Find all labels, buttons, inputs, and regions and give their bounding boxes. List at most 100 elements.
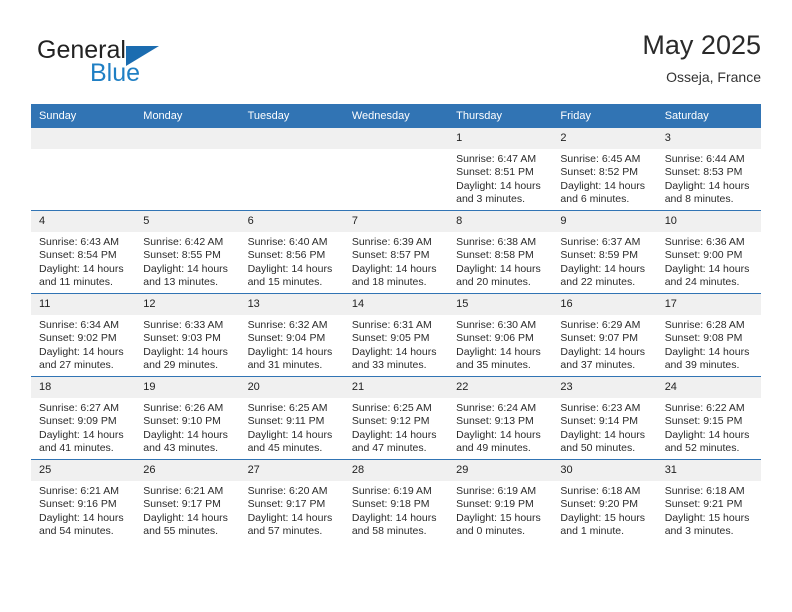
day-details: Sunrise: 6:40 AM Sunset: 8:56 PM Daylight:… bbox=[240, 232, 344, 290]
calendar-day-cell[interactable]: 16 Sunrise: 6:29 AM Sunset: 9:07 PM Dayligh… bbox=[552, 293, 657, 377]
calendar-day-cell[interactable]: 23 Sunrise: 6:23 AM Sunset: 9:14 PM Dayligh… bbox=[552, 376, 657, 460]
calendar-day-cell[interactable]: 9 Sunrise: 6:37 AM Sunset: 8:59 PM Daylight… bbox=[552, 210, 657, 294]
day-number: 14 bbox=[343, 294, 449, 315]
day-details: Sunrise: 6:33 AM Sunset: 9:03 PM Daylight:… bbox=[135, 315, 239, 373]
calendar-cell-empty bbox=[135, 128, 240, 211]
calendar-day-cell[interactable]: 31 Sunrise: 6:18 AM Sunset: 9:21 PM Dayligh… bbox=[656, 459, 761, 542]
day-details: Sunrise: 6:29 AM Sunset: 9:07 PM Daylight:… bbox=[552, 315, 656, 373]
day-details: Sunrise: 6:28 AM Sunset: 9:08 PM Daylight:… bbox=[657, 315, 761, 373]
calendar-day-cell[interactable]: 22 Sunrise: 6:24 AM Sunset: 9:13 PM Dayligh… bbox=[448, 376, 553, 460]
daylight-text: Daylight: 14 hours and 43 minutes. bbox=[143, 428, 228, 455]
day-number: 26 bbox=[135, 460, 240, 481]
day-details: Sunrise: 6:45 AM Sunset: 8:52 PM Daylight:… bbox=[552, 149, 656, 207]
day-number: 7 bbox=[343, 211, 449, 232]
day-number: 22 bbox=[448, 377, 553, 398]
calendar-day-cell[interactable]: 11 Sunrise: 6:34 AM Sunset: 9:02 PM Dayligh… bbox=[31, 293, 136, 377]
calendar-day-cell[interactable]: 27 Sunrise: 6:20 AM Sunset: 9:17 PM Dayligh… bbox=[239, 459, 344, 542]
daylight-text: Daylight: 14 hours and 41 minutes. bbox=[39, 428, 124, 455]
sunrise-text: Sunrise: 6:19 AM bbox=[351, 485, 432, 497]
sunrise-text: Sunrise: 6:24 AM bbox=[456, 402, 537, 414]
sunset-text: Sunset: 9:17 PM bbox=[143, 498, 221, 511]
sunset-text: Sunset: 9:12 PM bbox=[351, 415, 430, 428]
calendar-day-cell[interactable]: 17 Sunrise: 6:28 AM Sunset: 9:08 PM Dayligh… bbox=[656, 293, 761, 377]
calendar-body: 1 Sunrise: 6:47 AM Sunset: 8:51 PM Daylight… bbox=[31, 128, 761, 542]
calendar-day-cell[interactable]: 2 Sunrise: 6:45 AM Sunset: 8:52 PM Daylight… bbox=[552, 128, 657, 211]
day-details: Sunrise: 6:27 AM Sunset: 9:09 PM Daylight:… bbox=[31, 398, 135, 456]
sunset-text: Sunset: 9:21 PM bbox=[664, 498, 743, 511]
calendar-day-cell[interactable]: 30 Sunrise: 6:18 AM Sunset: 9:20 PM Dayligh… bbox=[552, 459, 657, 542]
calendar-day-cell[interactable]: 24 Sunrise: 6:22 AM Sunset: 9:15 PM Dayligh… bbox=[656, 376, 761, 460]
calendar-day-cell[interactable]: 8 Sunrise: 6:38 AM Sunset: 8:58 PM Daylight… bbox=[448, 210, 553, 294]
calendar-day-cell[interactable]: 20 Sunrise: 6:25 AM Sunset: 9:11 PM Dayligh… bbox=[239, 376, 344, 460]
calendar-week-row: 1 Sunrise: 6:47 AM Sunset: 8:51 PM Daylight… bbox=[31, 128, 761, 211]
day-number: 30 bbox=[552, 460, 657, 481]
day-number: 5 bbox=[135, 211, 240, 232]
day-number: 16 bbox=[552, 294, 657, 315]
daylight-text: Daylight: 14 hours and 3 minutes. bbox=[456, 179, 541, 206]
brand-logo[interactable]: General Blue bbox=[31, 36, 261, 96]
daylight-text: Daylight: 14 hours and 37 minutes. bbox=[560, 345, 646, 372]
daylight-text: Daylight: 14 hours and 13 minutes. bbox=[143, 262, 228, 289]
calendar-day-cell[interactable]: 29 Sunrise: 6:19 AM Sunset: 9:19 PM Dayligh… bbox=[448, 459, 553, 542]
calendar-day-cell[interactable]: 4 Sunrise: 6:43 AM Sunset: 8:54 PM Daylight… bbox=[31, 210, 136, 294]
daylight-text: Daylight: 14 hours and 49 minutes. bbox=[456, 428, 541, 455]
sunrise-text: Sunrise: 6:33 AM bbox=[143, 319, 224, 331]
calendar-day-cell[interactable]: 1 Sunrise: 6:47 AM Sunset: 8:51 PM Daylight… bbox=[448, 128, 553, 211]
calendar-day-cell[interactable]: 10 Sunrise: 6:36 AM Sunset: 9:00 PM Dayligh… bbox=[656, 210, 761, 294]
calendar-day-cell[interactable]: 14 Sunrise: 6:31 AM Sunset: 9:05 PM Dayligh… bbox=[343, 293, 449, 377]
day-number: 8 bbox=[448, 211, 553, 232]
sunrise-text: Sunrise: 6:25 AM bbox=[351, 402, 432, 414]
day-details: Sunrise: 6:18 AM Sunset: 9:21 PM Daylight:… bbox=[657, 481, 761, 539]
calendar-day-cell[interactable]: 15 Sunrise: 6:30 AM Sunset: 9:06 PM Dayligh… bbox=[448, 293, 553, 377]
calendar-cell-empty bbox=[239, 128, 344, 211]
sunrise-text: Sunrise: 6:20 AM bbox=[247, 485, 328, 497]
calendar-day-cell[interactable]: 21 Sunrise: 6:25 AM Sunset: 9:12 PM Dayligh… bbox=[343, 376, 449, 460]
calendar-grid: Sunday Monday Tuesday Wednesday Thursday… bbox=[31, 104, 761, 542]
weekday-header-monday: Monday bbox=[135, 104, 240, 128]
calendar-day-cell[interactable]: 19 Sunrise: 6:26 AM Sunset: 9:10 PM Dayligh… bbox=[135, 376, 240, 460]
day-number: 28 bbox=[343, 460, 449, 481]
sunrise-text: Sunrise: 6:26 AM bbox=[143, 402, 224, 414]
sunrise-text: Sunrise: 6:37 AM bbox=[560, 236, 641, 248]
calendar-day-cell[interactable]: 3 Sunrise: 6:44 AM Sunset: 8:53 PM Daylight… bbox=[656, 128, 761, 211]
sunset-text: Sunset: 9:16 PM bbox=[39, 498, 117, 511]
sunset-text: Sunset: 9:17 PM bbox=[247, 498, 326, 511]
calendar-day-cell[interactable]: 5 Sunrise: 6:42 AM Sunset: 8:55 PM Daylight… bbox=[135, 210, 240, 294]
sunset-text: Sunset: 8:58 PM bbox=[456, 249, 534, 262]
calendar-day-cell[interactable]: 28 Sunrise: 6:19 AM Sunset: 9:18 PM Dayligh… bbox=[343, 459, 449, 542]
calendar-page: General Blue May 2025 Osseja, France Sun… bbox=[0, 0, 792, 612]
daylight-text: Daylight: 14 hours and 39 minutes. bbox=[664, 345, 750, 372]
weekday-header-saturday: Saturday bbox=[656, 104, 761, 128]
weekday-header-wednesday: Wednesday bbox=[343, 104, 449, 128]
title-block: May 2025 Osseja, France bbox=[642, 28, 761, 88]
daylight-text: Daylight: 14 hours and 8 minutes. bbox=[664, 179, 750, 206]
daylight-text: Daylight: 14 hours and 24 minutes. bbox=[664, 262, 750, 289]
sunset-text: Sunset: 9:20 PM bbox=[560, 498, 639, 511]
calendar-day-cell[interactable]: 7 Sunrise: 6:39 AM Sunset: 8:57 PM Daylight… bbox=[343, 210, 449, 294]
calendar-day-cell[interactable]: 25 Sunrise: 6:21 AM Sunset: 9:16 PM Dayligh… bbox=[31, 459, 136, 542]
day-number: 13 bbox=[239, 294, 344, 315]
day-number: 15 bbox=[448, 294, 553, 315]
day-number bbox=[239, 128, 344, 149]
sunrise-text: Sunrise: 6:39 AM bbox=[351, 236, 432, 248]
daylight-text: Daylight: 15 hours and 1 minute. bbox=[560, 511, 646, 538]
day-details: Sunrise: 6:18 AM Sunset: 9:20 PM Daylight:… bbox=[552, 481, 656, 539]
sunrise-text: Sunrise: 6:31 AM bbox=[351, 319, 432, 331]
calendar-day-cell[interactable]: 26 Sunrise: 6:21 AM Sunset: 9:17 PM Dayligh… bbox=[135, 459, 240, 542]
sunrise-text: Sunrise: 6:25 AM bbox=[247, 402, 328, 414]
sunrise-text: Sunrise: 6:18 AM bbox=[560, 485, 641, 497]
calendar-day-cell[interactable]: 6 Sunrise: 6:40 AM Sunset: 8:56 PM Daylight… bbox=[239, 210, 344, 294]
calendar-day-cell[interactable]: 13 Sunrise: 6:32 AM Sunset: 9:04 PM Dayligh… bbox=[239, 293, 344, 377]
day-number: 27 bbox=[239, 460, 344, 481]
sunset-text: Sunset: 9:05 PM bbox=[351, 332, 430, 345]
daylight-text: Daylight: 14 hours and 57 minutes. bbox=[247, 511, 333, 538]
weekday-header-row: Sunday Monday Tuesday Wednesday Thursday… bbox=[31, 104, 761, 128]
sunset-text: Sunset: 9:03 PM bbox=[143, 332, 221, 345]
sunrise-text: Sunrise: 6:38 AM bbox=[456, 236, 537, 248]
calendar-day-cell[interactable]: 12 Sunrise: 6:33 AM Sunset: 9:03 PM Dayligh… bbox=[135, 293, 240, 377]
calendar-day-cell[interactable]: 18 Sunrise: 6:27 AM Sunset: 9:09 PM Dayligh… bbox=[31, 376, 136, 460]
day-number: 18 bbox=[31, 377, 136, 398]
day-number: 9 bbox=[552, 211, 657, 232]
day-details: Sunrise: 6:42 AM Sunset: 8:55 PM Daylight:… bbox=[135, 232, 239, 290]
sunrise-text: Sunrise: 6:42 AM bbox=[143, 236, 224, 248]
